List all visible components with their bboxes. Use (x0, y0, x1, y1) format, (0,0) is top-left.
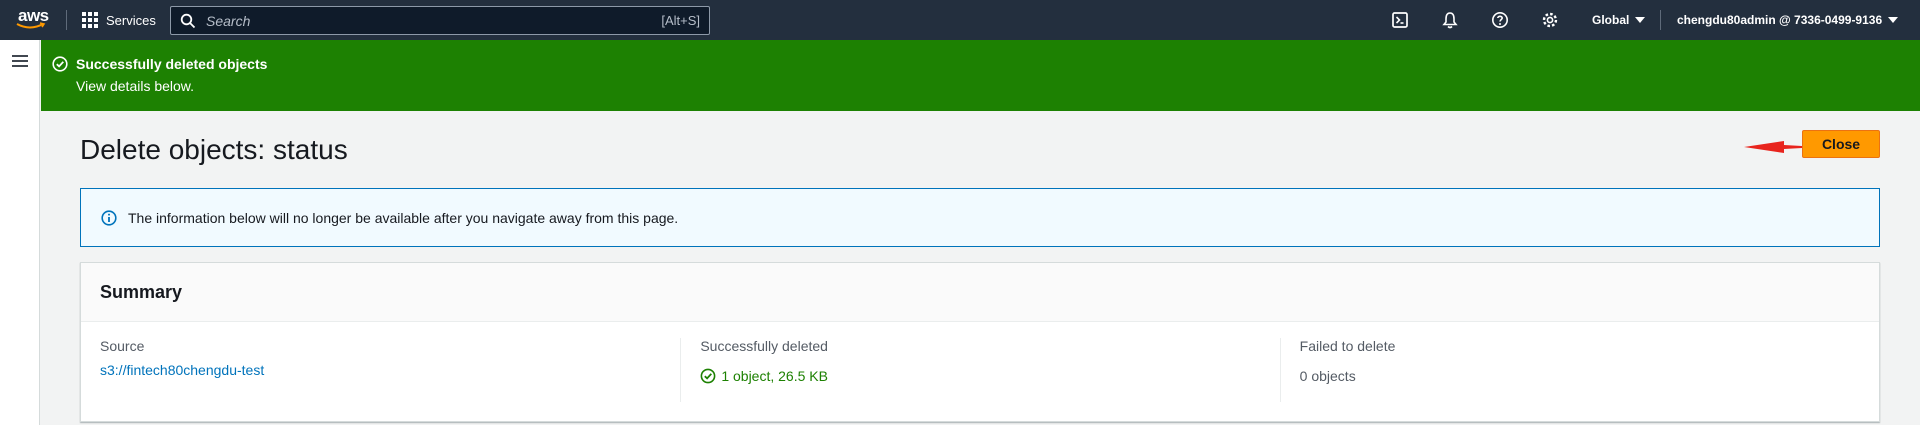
flash-subtitle: View details below. (76, 78, 195, 94)
account-menu[interactable]: chengdu80admin @ 7336-0499-9136 (1677, 0, 1899, 40)
services-label: Services (106, 12, 156, 28)
source-label: Source (100, 338, 145, 354)
side-navigation-rail (0, 40, 40, 425)
failed-value: 0 objects (1299, 368, 1356, 384)
deleted-status: 1 object, 26.5 KB (700, 368, 1279, 384)
caret-down-icon (1635, 17, 1646, 23)
cloudshell-icon[interactable] (1390, 10, 1410, 30)
summary-header: Summary (81, 263, 1879, 322)
deleted-column: Successfully deleted 1 object, 26.5 KB (680, 338, 1279, 402)
source-column: Source s3://fintech80chengdu-test (81, 338, 680, 402)
account-label: chengdu80admin @ 7336-0499-9136 (1677, 13, 1883, 27)
summary-panel: Summary Source s3://fintech80chengdu-tes… (80, 262, 1880, 422)
summary-title: Summary (100, 281, 183, 302)
aws-logo[interactable]: aws (14, 6, 54, 34)
search-icon (180, 13, 196, 28)
info-alert: The information below will no longer be … (80, 188, 1880, 247)
info-text: The information below will no longer be … (128, 209, 679, 226)
info-icon (101, 209, 117, 226)
flash-title: Successfully deleted objects (76, 56, 268, 72)
smile-arrow-icon (16, 22, 46, 29)
caret-down-icon (1888, 17, 1899, 23)
menu-icon[interactable] (12, 55, 28, 67)
summary-columns: Source s3://fintech80chengdu-test Succes… (81, 322, 1879, 402)
success-check-icon (700, 368, 716, 384)
annotation-arrow-icon (1744, 141, 1802, 153)
help-icon[interactable] (1490, 10, 1510, 30)
success-flashbar: Successfully deleted objects View detail… (41, 40, 1920, 111)
search-shortcut: [Alt+S] (661, 13, 700, 28)
services-menu[interactable]: Services (82, 0, 156, 40)
bell-icon[interactable] (1440, 10, 1460, 30)
region-selector[interactable]: Global (1592, 0, 1646, 40)
search-input[interactable] (206, 12, 662, 29)
failed-label: Failed to delete (1299, 338, 1396, 354)
deleted-value: 1 object, 26.5 KB (721, 368, 828, 384)
close-button[interactable]: Close (1802, 130, 1880, 158)
nav-divider (66, 10, 67, 30)
search-box[interactable]: [Alt+S] (170, 6, 710, 35)
nav-divider (1660, 10, 1661, 30)
region-label: Global (1592, 13, 1630, 27)
deleted-label: Successfully deleted (700, 338, 828, 354)
page-title: Delete objects: status (80, 134, 348, 165)
top-navigation: aws Services [Alt+S] (0, 0, 1920, 40)
source-link[interactable]: s3://fintech80chengdu-test (100, 362, 680, 378)
grid-icon (82, 12, 98, 28)
failed-column: Failed to delete 0 objects (1279, 338, 1879, 402)
gear-icon[interactable] (1540, 10, 1560, 30)
success-check-icon (52, 56, 68, 72)
